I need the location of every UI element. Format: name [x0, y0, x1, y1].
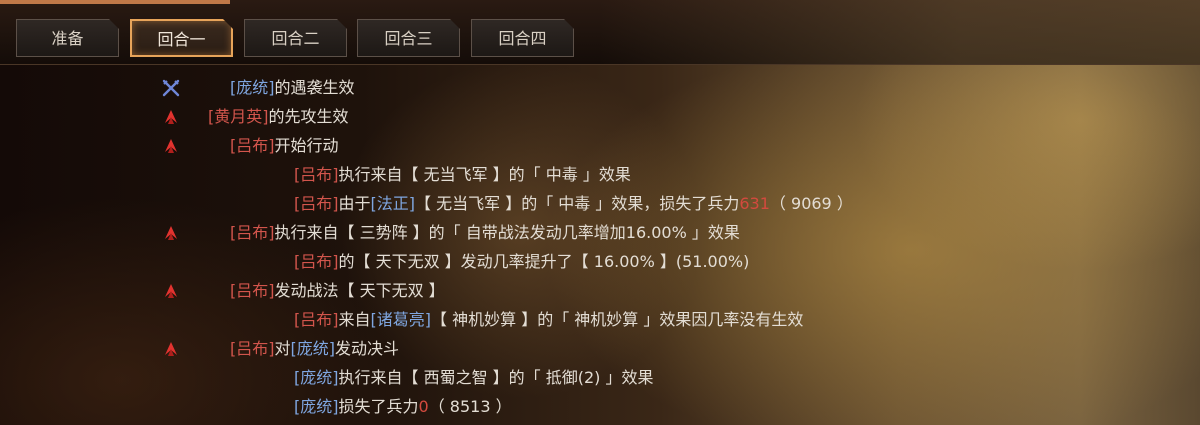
- general-name-blue: [庞统]: [294, 397, 339, 416]
- red-flag-icon: [162, 137, 180, 155]
- general-name-red: [吕布]: [294, 310, 339, 329]
- crossed-swords-icon: [162, 79, 180, 97]
- log-text: 损失了兵力: [338, 397, 419, 416]
- log-entry: [吕布]由于[法正]【 无当飞军 】的「 中毒 」效果，损失了兵力631（ 90…: [294, 190, 853, 218]
- round-tab-bar: 准备 回合一 回合二 回合三 回合四: [0, 0, 1200, 65]
- top-accent-line: [0, 0, 230, 4]
- log-entry: [吕布]的【 天下无双 】发动几率提升了【 16.00% 】(51.00%): [294, 248, 749, 276]
- log-text: 由于: [338, 194, 371, 213]
- general-name-blue: [庞统]: [294, 368, 339, 387]
- tab-4[interactable]: 回合三: [357, 19, 460, 57]
- tab-2[interactable]: 回合一: [130, 19, 233, 57]
- log-text: 执行来自【 无当飞军 】的「 中毒 」效果: [338, 165, 631, 184]
- tab-1[interactable]: 准备: [16, 19, 119, 57]
- red-flag-icon: [162, 108, 180, 126]
- general-name-red: [吕布]: [294, 252, 339, 271]
- general-name-red: [吕布]: [230, 136, 275, 155]
- log-text: 的遇袭生效: [274, 78, 355, 97]
- general-name-red: [黄月英]: [208, 107, 269, 126]
- log-entry: [庞统]的遇袭生效: [230, 74, 355, 102]
- log-entry: [吕布]对[庞统]发动决斗: [230, 335, 399, 363]
- log-text: 的【 天下无双 】发动几率提升了【 16.00% 】(51.00%): [338, 252, 750, 271]
- general-name-blue: [庞统]: [290, 339, 336, 358]
- log-entry: [吕布]执行来自【 无当飞军 】的「 中毒 」效果: [294, 161, 631, 189]
- log-text: 对: [274, 339, 291, 358]
- general-name-red: [吕布]: [230, 281, 275, 300]
- general-name-blue: [法正]: [370, 194, 416, 213]
- red-flag-icon: [162, 282, 180, 300]
- general-name-red: [吕布]: [230, 223, 275, 242]
- log-text: 发动决斗: [335, 339, 400, 358]
- log-text: 执行来自【 三势阵 】的「 自带战法发动几率增加16.00% 」效果: [274, 223, 740, 242]
- general-name-red: [吕布]: [294, 194, 339, 213]
- log-entry: [吕布]开始行动: [230, 132, 339, 160]
- log-entry: [黄月英]的先攻生效: [208, 103, 349, 131]
- general-name-red: [吕布]: [294, 165, 339, 184]
- damage-number: 0: [418, 397, 429, 416]
- log-text: 开始行动: [274, 136, 339, 155]
- log-entry: [庞统]损失了兵力0（ 8513 ）: [294, 393, 512, 421]
- log-text: 发动战法【 天下无双 】: [274, 281, 445, 300]
- general-name-red: [吕布]: [230, 339, 275, 358]
- log-entry: [庞统]执行来自【 西蜀之智 】的「 抵御(2) 」效果: [294, 364, 654, 392]
- general-name-blue: [诸葛亮]: [370, 310, 432, 329]
- tab-3[interactable]: 回合二: [244, 19, 347, 57]
- log-entry: [吕布]发动战法【 天下无双 】: [230, 277, 445, 305]
- log-entry: [吕布]执行来自【 三势阵 】的「 自带战法发动几率增加16.00% 」效果: [230, 219, 740, 247]
- log-text: 【 神机妙算 】的「 神机妙算 」效果因几率没有生效: [431, 310, 804, 329]
- log-text: 执行来自【 西蜀之智 】的「 抵御(2) 」效果: [338, 368, 654, 387]
- damage-number: 631: [739, 194, 770, 213]
- log-text: 来自: [338, 310, 371, 329]
- red-flag-icon: [162, 340, 180, 358]
- log-text: （ 9069 ）: [769, 194, 853, 213]
- general-name-blue: [庞统]: [230, 78, 275, 97]
- log-entry: [吕布]来自[诸葛亮]【 神机妙算 】的「 神机妙算 」效果因几率没有生效: [294, 306, 803, 334]
- log-text: 【 无当飞军 】的「 中毒 」效果，损失了兵力: [415, 194, 740, 213]
- log-text: 的先攻生效: [268, 107, 349, 126]
- tab-5[interactable]: 回合四: [471, 19, 574, 57]
- log-text: （ 8513 ）: [428, 397, 512, 416]
- red-flag-icon: [162, 224, 180, 242]
